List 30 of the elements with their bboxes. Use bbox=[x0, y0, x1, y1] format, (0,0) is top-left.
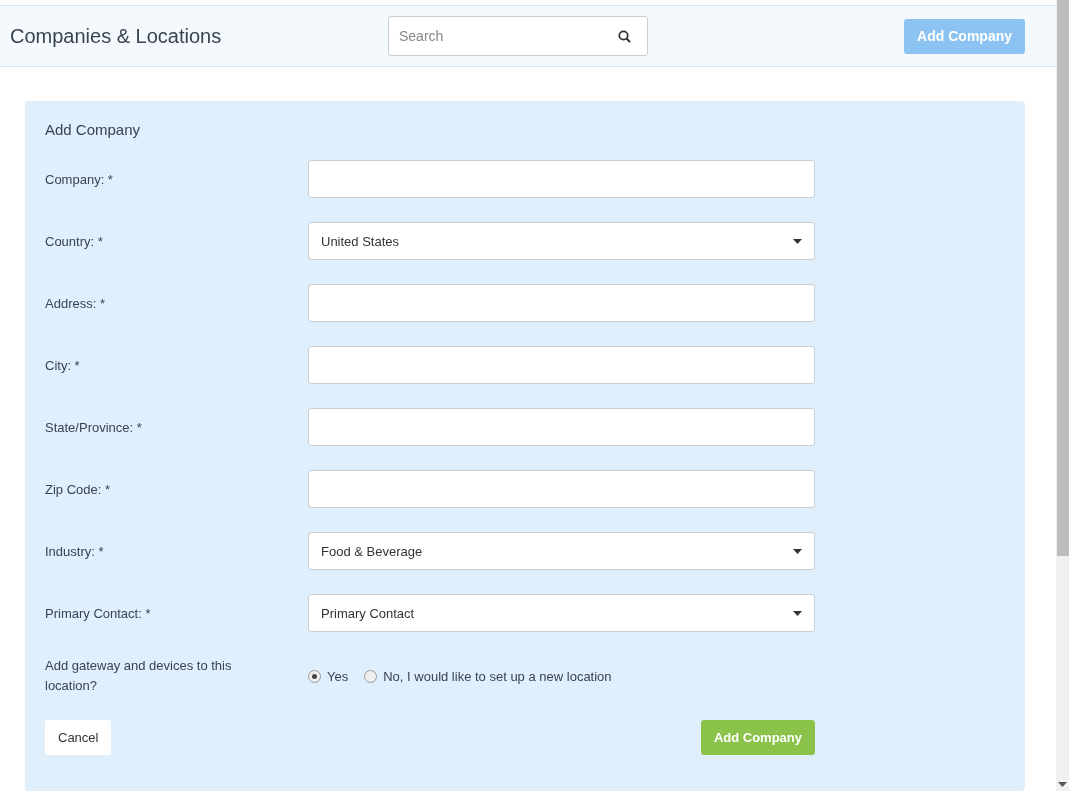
caret-icon bbox=[793, 610, 802, 616]
field-label: Address: * bbox=[45, 295, 106, 311]
select-field[interactable]: Primary Contact bbox=[308, 594, 815, 632]
search-field[interactable]: Search bbox=[388, 16, 648, 56]
field-label: Zip Code: * bbox=[45, 481, 112, 497]
field-label: Country: * bbox=[45, 233, 104, 249]
input-field[interactable] bbox=[308, 408, 815, 446]
select-field[interactable]: Food & Beverage bbox=[308, 532, 815, 570]
input-field[interactable] bbox=[308, 346, 815, 384]
field-label: City: * bbox=[45, 357, 81, 373]
question-label: Add gateway and devices to this location? bbox=[45, 657, 233, 695]
scroll-down-arrow-icon[interactable] bbox=[1058, 782, 1067, 787]
cancel-button[interactable]: Cancel bbox=[45, 720, 112, 755]
caret-icon bbox=[793, 238, 802, 244]
input-field[interactable] bbox=[308, 470, 815, 508]
radio-button[interactable] bbox=[308, 669, 321, 683]
page-title: Companies & Locations bbox=[10, 24, 223, 48]
radio-label: Yes bbox=[327, 668, 349, 684]
radio-button[interactable] bbox=[364, 669, 378, 683]
form-title: Add Company bbox=[45, 121, 142, 138]
field-label: Primary Contact: * bbox=[45, 605, 152, 621]
input-field[interactable] bbox=[308, 284, 815, 322]
caret-icon bbox=[793, 548, 802, 554]
radio-label: No, I would like to set up a new location bbox=[383, 668, 612, 684]
input-field[interactable] bbox=[308, 160, 815, 198]
field-label: Company: * bbox=[45, 171, 114, 187]
search-icon bbox=[618, 30, 631, 43]
select-field[interactable]: United States bbox=[308, 222, 815, 260]
field-label: Industry: * bbox=[45, 543, 105, 559]
field-label: State/Province: * bbox=[45, 419, 143, 435]
